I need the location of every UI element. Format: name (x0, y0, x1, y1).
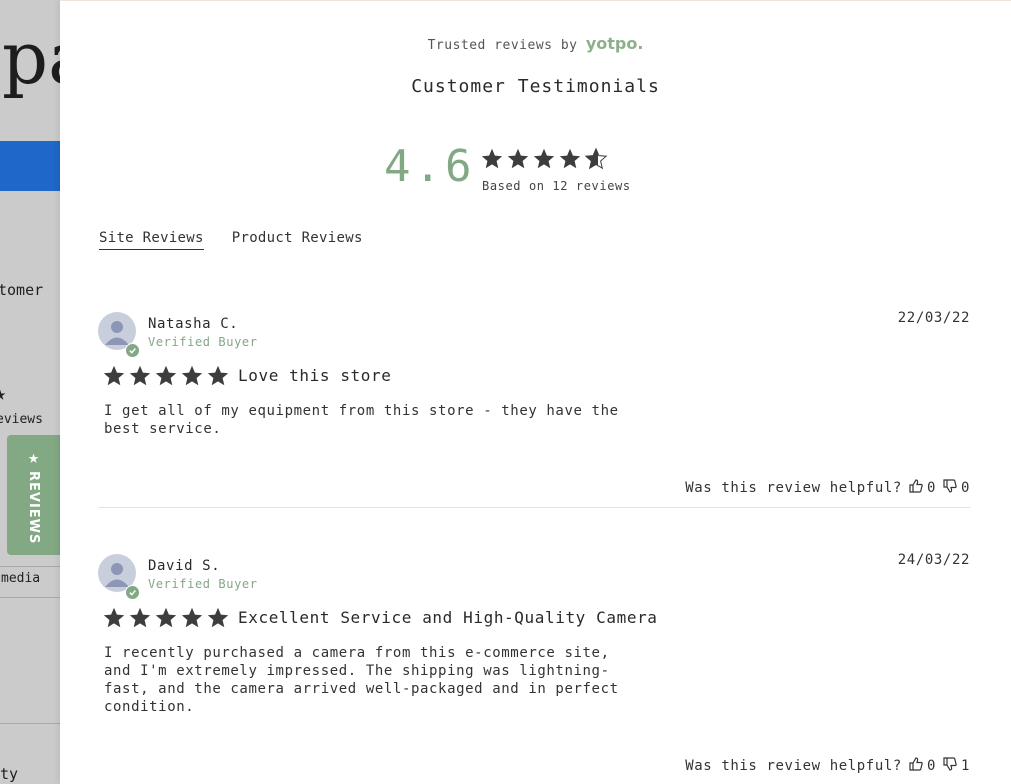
helpful-prompt: Was this review helpful? (685, 758, 902, 774)
star-icon (559, 148, 581, 169)
thumbs-down-button[interactable]: 1 (942, 756, 970, 776)
star-icon (181, 365, 203, 386)
review-date: 22/03/22 (897, 310, 970, 326)
reviews-side-tab[interactable]: ★ REVIEWS (7, 435, 60, 555)
thumbs-down-icon (942, 756, 958, 776)
reviewer-name: Natasha C. (148, 316, 239, 332)
review-title: Excellent Service and High-Quality Camer… (238, 608, 658, 627)
review-stars (102, 364, 230, 388)
background-bottom-text: ty (0, 765, 19, 783)
review-tabs: Site Reviews Product Reviews (99, 230, 363, 250)
review-body-line: condition. (104, 699, 195, 715)
review-body-line: best service. (104, 421, 222, 437)
background-media-text: media (1, 571, 41, 586)
yotpo-logo[interactable]: yotpo. (586, 34, 644, 53)
up-vote-count: 0 (926, 758, 936, 774)
summary-stars (480, 147, 608, 171)
star-icon (103, 607, 125, 628)
background-divider (0, 597, 60, 598)
reviewer-name: David S. (148, 558, 221, 574)
background-star-icon: ★ (0, 381, 7, 405)
background-page: pa tomer ★ eviews media ty (0, 0, 60, 784)
background-divider (0, 566, 60, 567)
down-vote-count: 0 (960, 480, 970, 496)
star-icon (207, 607, 229, 628)
tab-site-reviews[interactable]: Site Reviews (99, 230, 204, 250)
star-icon: ★ (28, 447, 39, 468)
review-divider (98, 507, 970, 508)
review-body-line: and I'm extremely impressed. The shippin… (104, 663, 610, 679)
helpful-row: Was this review helpful? 0 1 (685, 756, 970, 776)
star-icon (481, 148, 503, 169)
thumbs-up-button[interactable]: 0 (908, 756, 936, 776)
trusted-prefix: Trusted reviews by (427, 38, 578, 53)
modal-title: Customer Testimonials (411, 76, 660, 97)
review-date: 24/03/22 (897, 552, 970, 568)
star-icon (533, 148, 555, 169)
star-icon (207, 365, 229, 386)
background-customer-text: tomer (0, 281, 44, 299)
review-count: Based on 12 reviews (482, 179, 631, 193)
reviews-tab-label: REVIEWS (26, 471, 41, 545)
reviewer-avatar (98, 312, 140, 358)
thumbs-down-icon (942, 478, 958, 498)
review-body-line: fast, and the camera arrived well-packag… (104, 681, 619, 697)
reviewer-avatar (98, 554, 140, 600)
up-vote-count: 0 (926, 480, 936, 496)
star-icon (129, 365, 151, 386)
star-icon (155, 607, 177, 628)
review-body: I get all of my equipment from this stor… (104, 402, 674, 438)
check-icon (125, 585, 140, 600)
check-icon (125, 343, 140, 358)
trusted-reviews-line: Trusted reviews by yotpo. (60, 34, 1011, 53)
review-body-line: I get all of my equipment from this stor… (104, 403, 619, 419)
background-divider (0, 723, 60, 724)
tab-product-reviews[interactable]: Product Reviews (232, 230, 363, 250)
verified-buyer-badge: Verified Buyer (148, 335, 258, 349)
review-item: David S. Verified Buyer 24/03/22 Excelle… (98, 552, 970, 784)
review-stars (102, 606, 230, 630)
verified-buyer-badge: Verified Buyer (148, 577, 258, 591)
review-body-line: I recently purchased a camera from this … (104, 645, 610, 661)
star-icon (103, 365, 125, 386)
star-icon (181, 607, 203, 628)
review-title: Love this store (238, 366, 392, 385)
down-vote-count: 1 (960, 758, 970, 774)
star-icon (155, 365, 177, 386)
background-title-fragment: pa (2, 16, 60, 100)
reviews-modal: Trusted reviews by yotpo. Customer Testi… (60, 0, 1011, 784)
thumbs-up-icon (908, 478, 924, 498)
average-score: 4.6 (384, 141, 476, 192)
review-item: Natasha C. Verified Buyer 22/03/22 Love … (98, 310, 970, 502)
helpful-row: Was this review helpful? 0 0 (685, 478, 970, 498)
thumbs-up-icon (908, 756, 924, 776)
thumbs-up-button[interactable]: 0 (908, 478, 936, 498)
star-icon (584, 147, 608, 170)
thumbs-down-button[interactable]: 0 (942, 478, 970, 498)
helpful-prompt: Was this review helpful? (685, 480, 902, 496)
star-icon (129, 607, 151, 628)
review-body: I recently purchased a camera from this … (104, 644, 674, 716)
star-icon (507, 148, 529, 169)
background-reviews-text: eviews (0, 412, 43, 427)
background-blue-banner (0, 141, 60, 191)
